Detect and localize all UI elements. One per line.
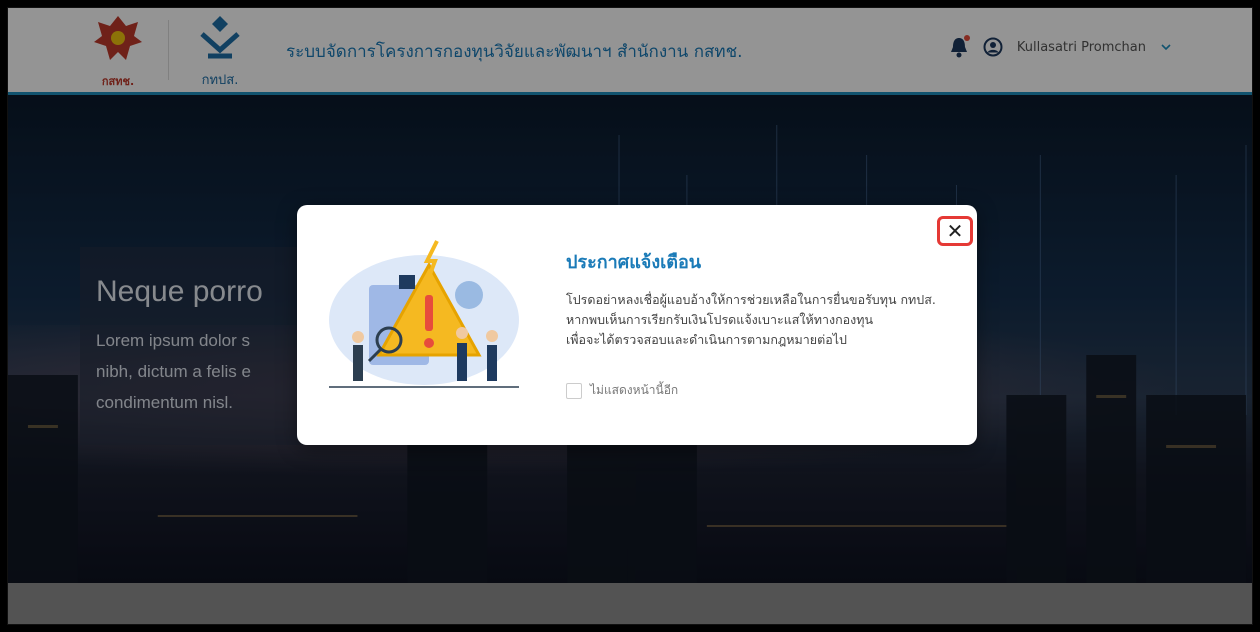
close-icon: ✕ xyxy=(946,219,964,243)
message-line: หากพบเห็นการเรียกรับเงินโปรดแจ้งเบาะแสให… xyxy=(566,312,874,327)
warning-modal: ประกาศแจ้งเตือน โปรดอย่าหลงเชื่อผู้แอบอ้… xyxy=(297,205,977,445)
modal-message: โปรดอย่าหลงเชื่อผู้แอบอ้างให้การช่วยเหลื… xyxy=(566,290,966,350)
dont-show-again-row[interactable]: ไม่แสดงหน้านี้อีก xyxy=(566,381,678,400)
browser-frame: กสทช. กทปส. ระบบจัดการโครงการกองทุนวิจัย… xyxy=(7,7,1253,625)
message-line: โปรดอย่าหลงเชื่อผู้แอบอ้างให้การช่วยเหลื… xyxy=(566,292,936,307)
modal-close-button[interactable]: ✕ xyxy=(937,216,973,246)
message-line: เพื่อจะได้ตรวจสอบและดำเนินการตามกฎหมายต่… xyxy=(566,332,847,347)
warning-illustration-icon xyxy=(329,240,519,388)
dont-show-again-checkbox[interactable] xyxy=(566,382,582,399)
dont-show-again-label[interactable]: ไม่แสดงหน้านี้อีก xyxy=(590,381,678,400)
modal-title: ประกาศแจ้งเตือน xyxy=(566,252,702,273)
